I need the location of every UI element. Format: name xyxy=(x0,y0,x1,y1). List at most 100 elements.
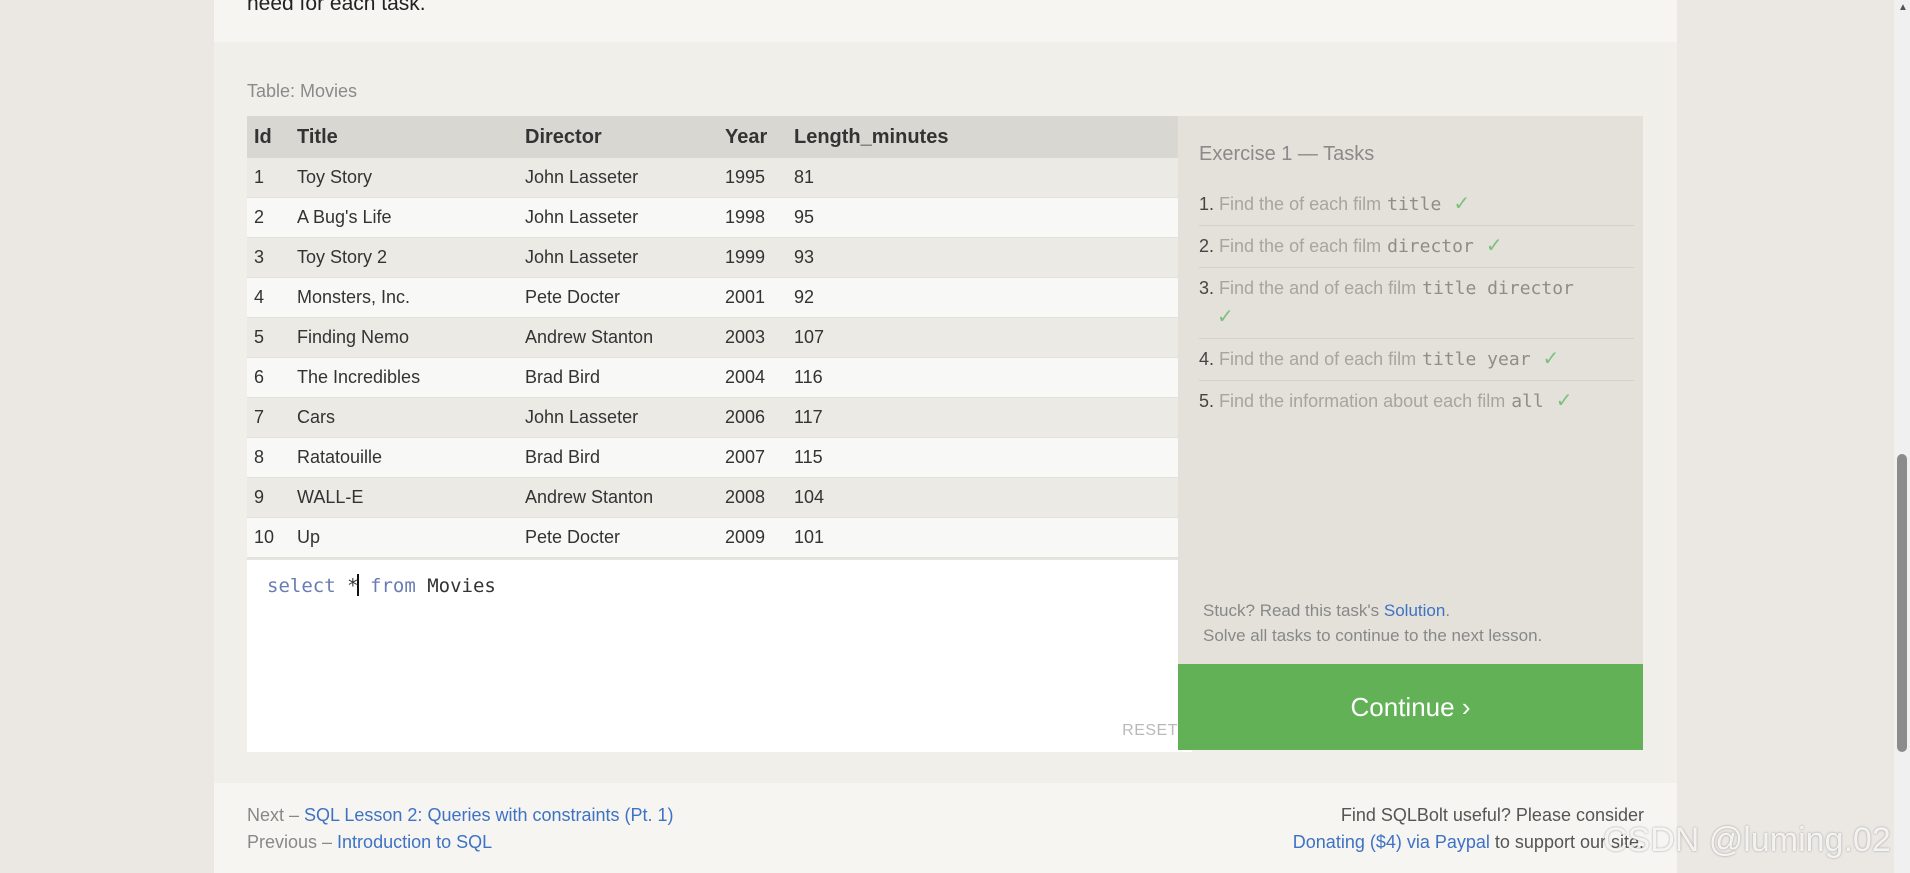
cell-length: 117 xyxy=(787,397,1192,438)
donate-link[interactable]: Donating ($4) via Paypal xyxy=(1293,832,1490,852)
table-row: 9 WALL-E Andrew Stanton 2008 104 xyxy=(247,477,1192,518)
cell-title: Toy Story xyxy=(290,158,518,198)
cell-year: 2009 xyxy=(718,517,787,558)
table-row: 4 Monsters, Inc. Pete Docter 2001 92 xyxy=(247,277,1192,318)
cell-title: Ratatouille xyxy=(290,437,518,478)
task-item: 1. Find the of each film title ✓ xyxy=(1199,184,1634,226)
cell-id: 9 xyxy=(247,477,290,518)
keyword-from: from xyxy=(370,575,416,597)
task-item: 4. Find the and of each film title year ✓ xyxy=(1199,339,1634,381)
task-text: Find the of each film xyxy=(1219,194,1382,214)
cell-length: 107 xyxy=(787,317,1192,358)
previous-lesson-link[interactable]: Introduction to SQL xyxy=(337,832,492,852)
solve-all-text: Solve all tasks to continue to the next … xyxy=(1203,626,1543,645)
cell-title: Monsters, Inc. xyxy=(290,277,518,318)
text-caret xyxy=(356,574,359,596)
column-header-title: Title xyxy=(290,116,518,158)
table-row: 2A Bug's Life John Lasseter 1998 95 xyxy=(247,197,1192,238)
task-list: 1. Find the of each film title ✓ 2. Find t… xyxy=(1199,184,1634,422)
task-text: Find the and of each film xyxy=(1219,278,1417,298)
table-row: 10 Up Pete Docter 2009 101 xyxy=(247,517,1192,558)
cell-id: 7 xyxy=(247,397,290,438)
table-row: 6 The Incredibles Brad Bird 2004 116 xyxy=(247,357,1192,398)
task-number: 2. xyxy=(1199,236,1215,256)
footer-section xyxy=(214,783,1677,873)
cell-length: 101 xyxy=(787,517,1192,558)
page-scroll-up-arrow-icon[interactable]: ▲ xyxy=(1898,2,1908,13)
cell-title: The Incredibles xyxy=(290,357,518,398)
page-scroll-thumb[interactable] xyxy=(1897,454,1907,752)
cell-director: Brad Bird xyxy=(518,437,718,478)
donate-line: Donating ($4) via Paypal to support our … xyxy=(1293,832,1644,853)
cell-title: Toy Story 2 xyxy=(290,237,518,278)
task-code: all xyxy=(1511,391,1544,412)
checkmark-icon: ✓ xyxy=(1542,348,1560,370)
movies-table-container[interactable]: Id Title Director Year Length_minutes 1T… xyxy=(247,116,1192,558)
cell-title: Up xyxy=(290,517,518,558)
task-item: 3. Find the and of each film title direct… xyxy=(1199,268,1634,339)
next-lesson-link[interactable]: SQL Lesson 2: Queries with constraints (… xyxy=(304,805,674,825)
cell-year: 2004 xyxy=(718,357,787,398)
cell-year: 2008 xyxy=(718,477,787,518)
table-row: 3 Toy Story 2 John Lasseter 1999 93 xyxy=(247,237,1192,278)
cell-id: 3 xyxy=(247,237,290,278)
sql-query-editor[interactable]: select * from Movies RESET xyxy=(247,558,1192,752)
cell-length: 116 xyxy=(787,357,1192,398)
cell-director: Andrew Stanton xyxy=(518,317,718,358)
prev-prefix: Previous – xyxy=(247,832,338,852)
cell-title: Finding Nemo xyxy=(290,317,518,358)
cell-id: 4 xyxy=(247,277,290,318)
cell-year: 2007 xyxy=(718,437,787,478)
column-header-length: Length_minutes xyxy=(787,116,1192,158)
reset-button[interactable]: RESET xyxy=(1122,722,1178,740)
cell-length: 115 xyxy=(787,437,1192,478)
task-text: Find the information about each film xyxy=(1219,391,1506,411)
task-code: title xyxy=(1387,194,1442,215)
task-number: 3. xyxy=(1199,278,1215,298)
cell-id: 1 xyxy=(247,158,290,198)
task-number: 4. xyxy=(1199,349,1215,369)
continue-button[interactable]: Continue › xyxy=(1178,664,1643,750)
sql-query-text[interactable]: select * from Movies xyxy=(267,574,496,597)
task-text: Find the of each film xyxy=(1219,236,1382,256)
checkmark-icon: ✓ xyxy=(1555,390,1573,412)
stuck-suffix: . xyxy=(1445,601,1451,620)
checkmark-icon: ✓ xyxy=(1217,306,1234,328)
cell-id: 10 xyxy=(247,517,290,558)
cell-length: 81 xyxy=(787,158,1192,198)
cell-director: John Lasseter xyxy=(518,197,718,238)
task-text: Find the and of each film xyxy=(1219,349,1417,369)
task-item: 5. Find the information about each film a… xyxy=(1199,381,1634,422)
solution-link[interactable]: Solution xyxy=(1384,601,1445,620)
cell-length: 92 xyxy=(787,277,1192,318)
tasks-panel: Exercise 1 — Tasks 1. Find the of each f… xyxy=(1178,116,1643,664)
cell-title: WALL-E xyxy=(290,477,518,518)
intro-section: need for each task. xyxy=(214,0,1677,42)
cell-director: John Lasseter xyxy=(518,237,718,278)
table-header-row: Id Title Director Year Length_minutes xyxy=(247,116,1192,158)
checkmark-icon: ✓ xyxy=(1453,193,1471,215)
support-text: Find SQLBolt useful? Please consider xyxy=(1340,805,1644,825)
cell-director: Brad Bird xyxy=(518,357,718,398)
cell-director: Pete Docter xyxy=(518,517,718,558)
task-number: 5. xyxy=(1199,391,1215,411)
cell-director: Pete Docter xyxy=(518,277,718,318)
movies-table: Id Title Director Year Length_minutes 1T… xyxy=(247,116,1192,558)
table-label: Table: Movies xyxy=(247,81,358,101)
cell-title: A Bug's Life xyxy=(290,197,518,238)
next-lesson-nav: Next – SQL Lesson 2: Queries with constr… xyxy=(247,805,674,826)
stuck-prefix: Stuck? Read this task's xyxy=(1203,601,1384,620)
task-number: 1. xyxy=(1199,194,1215,214)
keyword-select: select xyxy=(267,575,336,597)
page-scrollbar[interactable]: ▲ xyxy=(1894,0,1910,873)
next-prefix: Next – xyxy=(247,805,305,825)
checkmark-icon: ✓ xyxy=(1485,235,1503,257)
table-row: 8 Ratatouille Brad Bird 2007 115 xyxy=(247,437,1192,478)
cell-year: 2003 xyxy=(718,317,787,358)
cell-length: 93 xyxy=(787,237,1192,278)
cell-year: 1999 xyxy=(718,237,787,278)
task-code: title year xyxy=(1422,349,1531,370)
column-header-id: Id xyxy=(247,116,290,158)
cell-year: 2001 xyxy=(718,277,787,318)
table-row: 7 Cars John Lasseter 2006 117 xyxy=(247,397,1192,438)
